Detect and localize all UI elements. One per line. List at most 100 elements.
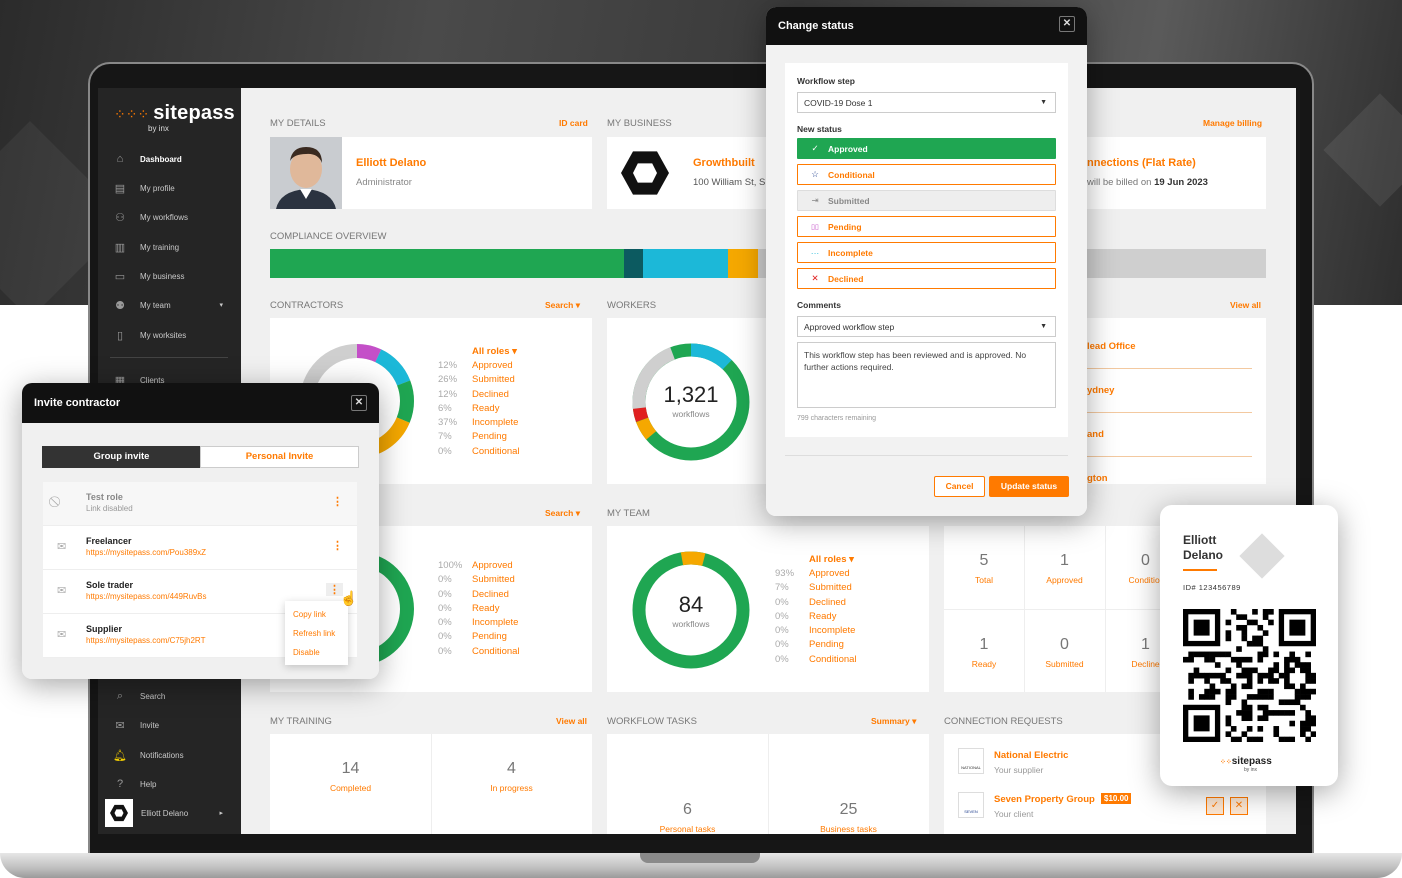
team-roles-filter[interactable]: All roles ▾ bbox=[809, 554, 854, 565]
decline-button[interactable]: ✕ bbox=[1230, 797, 1248, 815]
logo-mark-icon: ⁘⁘ bbox=[1220, 759, 1232, 766]
nav-label: My workflows bbox=[140, 212, 189, 222]
roles-filter[interactable]: All roles ▾ bbox=[472, 346, 517, 357]
card-id: ID# 123456789 bbox=[1183, 583, 1241, 592]
legend-row: 0% Incomplete bbox=[775, 624, 857, 638]
tasks-summary-link[interactable]: Summary ▾ bbox=[871, 716, 916, 727]
legend-percent: 0% bbox=[438, 574, 452, 586]
status-submitted-button[interactable]: ⇥ Submitted bbox=[797, 190, 1056, 211]
nav-invite[interactable]: ✉ Invite bbox=[98, 714, 241, 736]
update-status-button[interactable]: Update status bbox=[989, 476, 1069, 497]
worksite-item[interactable]: and bbox=[1087, 429, 1104, 440]
nav-dashboard[interactable]: ⌂ Dashboard bbox=[98, 148, 241, 170]
status-incomplete-button[interactable]: ··· Incomplete bbox=[797, 242, 1056, 263]
close-icon[interactable]: ✕ bbox=[1059, 16, 1075, 32]
nav-notifications[interactable]: 🔔︎ Notifications bbox=[98, 744, 241, 766]
close-icon[interactable]: ✕ bbox=[351, 395, 367, 411]
nav-my-business[interactable]: ▭ My business bbox=[98, 265, 241, 287]
menu-disable[interactable]: Disable bbox=[293, 648, 320, 657]
legend-percent: 37% bbox=[438, 417, 458, 429]
mail-icon: ✉ bbox=[115, 719, 125, 732]
nav-my-team[interactable]: ⚉ My team ▾ bbox=[98, 294, 241, 316]
legend-label: Incomplete bbox=[809, 625, 856, 637]
id-card-icon: ▤ bbox=[114, 182, 126, 195]
compliance-segment bbox=[728, 249, 759, 278]
legend-label: Conditional bbox=[472, 445, 520, 457]
legend-row: 0% Incomplete bbox=[438, 616, 520, 630]
contractors-search-link[interactable]: Search ▾ bbox=[545, 300, 580, 311]
legend-row: 12% Approved bbox=[438, 359, 520, 373]
comment-textarea[interactable]: This workflow step has been reviewed and… bbox=[797, 342, 1056, 408]
legend-row: 7% Submitted bbox=[775, 581, 857, 595]
menu-copy-link[interactable]: Copy link bbox=[293, 610, 326, 619]
legend-row: 0% Ready bbox=[438, 602, 520, 616]
char-count: 799 characters remaining bbox=[797, 415, 876, 422]
connection-name[interactable]: Seven Property Group bbox=[994, 794, 1095, 805]
status-conditional-button[interactable]: ☆ Conditional bbox=[797, 164, 1056, 185]
status-approved-button[interactable]: ✓ Approved bbox=[797, 138, 1056, 159]
status-pending-button[interactable]: ▯▯ Pending bbox=[797, 216, 1056, 237]
status-declined-button[interactable]: ✕ Declined bbox=[797, 268, 1056, 289]
row-url[interactable]: https://mysitepass.com/C75jh2RT bbox=[86, 636, 205, 645]
briefcase-icon: ▭ bbox=[114, 270, 126, 283]
link-label: Summary bbox=[871, 716, 910, 726]
status-label: Pending bbox=[828, 221, 862, 232]
logo-mark-icon: ⁘⁘⁘ bbox=[114, 106, 150, 122]
tab-group-invite[interactable]: Group invite bbox=[42, 446, 201, 468]
worksite-item[interactable]: gton bbox=[1087, 473, 1108, 484]
link-label: Search bbox=[545, 300, 574, 310]
legend-row: 93% Approved bbox=[775, 567, 857, 581]
accept-button[interactable]: ✓ bbox=[1206, 797, 1224, 815]
invite-row-freelancer[interactable]: ✉ Freelancer https://mysitepass.com/Pou389… bbox=[43, 526, 357, 570]
workflow-step-select[interactable]: COVID-19 Dose 1 ▼ bbox=[797, 92, 1056, 113]
legend-row: 37% Incomplete bbox=[438, 416, 520, 430]
legend-label: Submitted bbox=[472, 374, 515, 386]
legend-row: 26% Submitted bbox=[438, 373, 520, 387]
training-view-all-link[interactable]: View all bbox=[556, 716, 587, 726]
nav-my-workflows[interactable]: ⚇ My workflows bbox=[98, 206, 241, 228]
chevron-down-icon: ▾ bbox=[912, 716, 917, 726]
nav-help[interactable]: ? Help bbox=[98, 773, 241, 795]
row-url[interactable]: https://mysitepass.com/Pou389xZ bbox=[86, 548, 206, 557]
nav-my-training[interactable]: ▥ My training bbox=[98, 236, 241, 258]
comment-template-select[interactable]: Approved workflow step ▼ bbox=[797, 316, 1056, 337]
worksites-view-all-link[interactable]: View all bbox=[1230, 300, 1261, 310]
nav-my-profile[interactable]: ▤ My profile bbox=[98, 177, 241, 199]
connection-name[interactable]: National Electric bbox=[994, 750, 1068, 761]
more-icon[interactable]: ⋮ bbox=[332, 539, 343, 552]
connection-sub: Your client bbox=[994, 809, 1034, 819]
avatar bbox=[270, 137, 342, 209]
legend-percent: 0% bbox=[438, 645, 452, 657]
legend-row: 12% Declined bbox=[438, 388, 520, 402]
mail-icon: ✉ bbox=[57, 585, 67, 597]
brand-by: by inx bbox=[1244, 767, 1258, 773]
worksite-item[interactable]: lead Office bbox=[1087, 341, 1136, 352]
x-icon: ✕ bbox=[811, 273, 819, 283]
avatar bbox=[105, 799, 133, 827]
more-icon[interactable]: ⋮ bbox=[332, 495, 343, 508]
card-first-name: Elliott bbox=[1183, 533, 1217, 547]
accent-line bbox=[1183, 569, 1217, 571]
cancel-button[interactable]: Cancel bbox=[934, 476, 985, 497]
logo-text: SEVEN bbox=[964, 809, 978, 814]
nav-my-worksites[interactable]: ▯ My worksites bbox=[98, 324, 241, 346]
search-link[interactable]: Search ▾ bbox=[545, 508, 580, 519]
menu-refresh-link[interactable]: Refresh link bbox=[293, 629, 335, 638]
legend-percent: 0% bbox=[438, 588, 452, 600]
id-card-link[interactable]: ID card bbox=[559, 118, 588, 128]
invite-row-test-role[interactable]: ⃠Test roleLink disabled⋮ bbox=[43, 482, 357, 526]
legend-label: Declined bbox=[809, 596, 846, 608]
laptop-notch bbox=[640, 853, 760, 863]
tab-personal-invite[interactable]: Personal Invite bbox=[200, 446, 359, 468]
nav-label: Notifications bbox=[140, 750, 184, 760]
manage-billing-link[interactable]: Manage billing bbox=[1203, 118, 1262, 128]
worksite-item[interactable]: ydney bbox=[1087, 385, 1114, 396]
legend-percent: 0% bbox=[438, 631, 452, 643]
user-menu[interactable]: Elliott Delano ▸ bbox=[98, 799, 241, 827]
pause-icon: ▯▯ bbox=[811, 223, 819, 231]
row-url[interactable]: https://mysitepass.com/449RuvBs bbox=[86, 592, 207, 601]
nav-search[interactable]: ⌕ Search bbox=[98, 685, 241, 707]
legend-percent: 93% bbox=[775, 568, 795, 579]
card-last-name: Delano bbox=[1183, 548, 1224, 562]
divider bbox=[768, 734, 769, 834]
